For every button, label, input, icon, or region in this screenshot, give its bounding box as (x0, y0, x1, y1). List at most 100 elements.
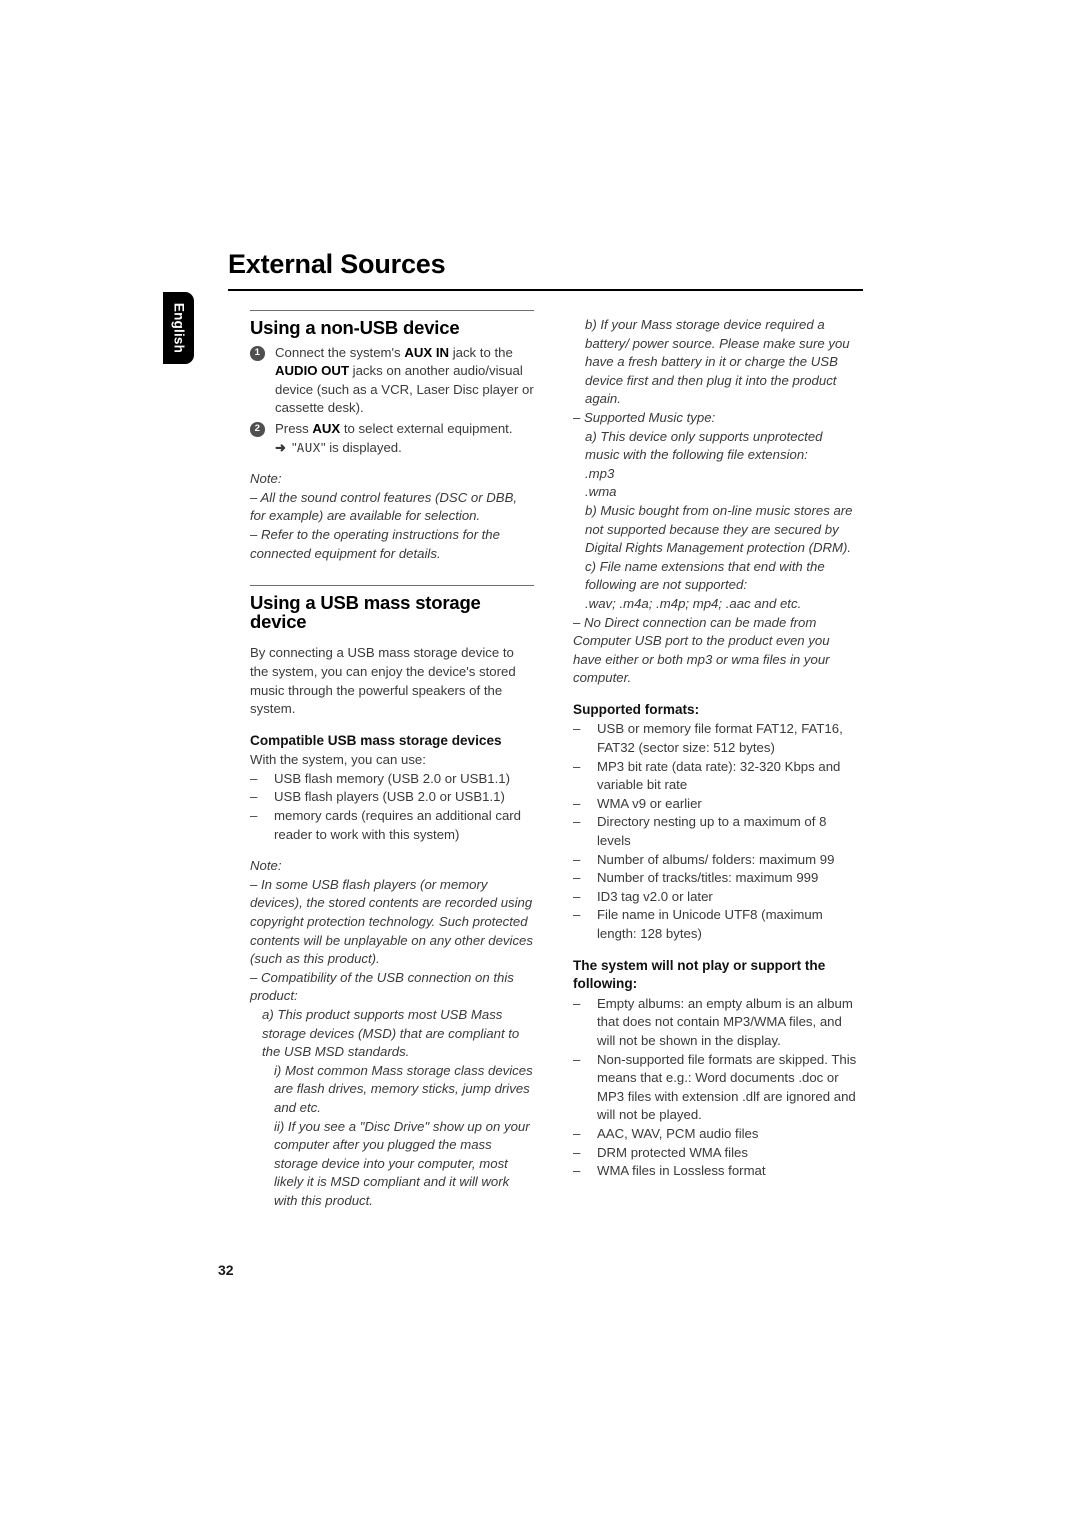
step-item: 2 Press AUX to select external equipment… (250, 420, 534, 457)
note-item: – Refer to the operating instructions fo… (250, 526, 500, 561)
list-item-label: Number of albums/ folders: maximum 99 (597, 851, 835, 867)
continuation-item-extensions: .wav; .m4a; .m4p; mp4; .aac and etc. (585, 595, 802, 611)
list-item: – USB flash players (USB 2.0 or USB1.1) (250, 788, 534, 807)
note-item: – In some USB flash players (or memory d… (250, 876, 533, 967)
continuation-item-wma: .wma (585, 484, 617, 500)
list-item-label: AAC, WAV, PCM audio files (597, 1125, 759, 1141)
continuation-item: – No Direct connection can be made from … (573, 614, 830, 686)
continuation-item-mp3: .mp3 (585, 465, 615, 481)
display-text-aux: AUX (296, 439, 321, 455)
list-item: – MP3 bit rate (data rate): 32-320 Kbps a… (573, 758, 857, 795)
continuation-item: b) Music bought from on-line music store… (585, 502, 853, 556)
dash-bullet-icon: – (250, 789, 258, 805)
left-column: Using a non-USB device 1 Connect the sys… (250, 310, 534, 1211)
list-item: – File name in Unicode UTF8 (maximum leng… (573, 906, 857, 943)
supported-formats-list: – USB or memory file format FAT12, FAT16,… (573, 720, 857, 943)
continuation-item: b) If your Mass storage device required … (585, 317, 850, 407)
document-page: English External Sources Using a non-USB… (0, 0, 1080, 1528)
step-text-audio-out: AUDIO OUT (275, 363, 349, 379)
dash-bullet-icon: – (573, 888, 581, 904)
list-item-label: Number of tracks/titles: maximum 999 (597, 870, 819, 886)
heading-using-non-usb-device: Using a non-USB device (250, 317, 460, 338)
list-item: – USB or memory file format FAT12, FAT16,… (573, 720, 857, 757)
dash-bullet-icon: – (573, 870, 581, 886)
list-item-label: memory cards (requires an additional car… (274, 808, 522, 842)
step-result-line: ➜ "AUX" is displayed. (275, 439, 534, 458)
dash-bullet-icon: – (573, 795, 581, 811)
step-number: 1 (250, 346, 265, 361)
list-item: – Non-supported file formats are skipped.… (573, 1051, 857, 1125)
dash-bullet-icon: – (573, 721, 581, 737)
list-item: – Number of albums/ folders: maximum 99 (573, 851, 857, 870)
continuation-item: c) File name extensions that end with th… (585, 558, 825, 593)
subheading-supported-formats: Supported formats: (573, 701, 700, 717)
section-divider-non-usb (250, 310, 534, 311)
list-item: – DRM protected WMA files (573, 1144, 857, 1163)
list-item: – Directory nesting up to a maximum of 8 … (573, 813, 857, 850)
list-item-label: USB or memory file format FAT12, FAT16, … (597, 721, 843, 756)
subheading-compatible-devices: Compatible USB mass storage devices (250, 732, 502, 748)
list-item: – WMA files in Lossless format (573, 1162, 857, 1181)
list-item: – Number of tracks/titles: maximum 999 (573, 869, 857, 888)
dash-bullet-icon: – (573, 814, 581, 830)
note-item: – Compatibility of the USB connection on… (250, 969, 514, 1004)
list-item: – memory cards (requires an additional ca… (250, 807, 534, 844)
dash-bullet-icon: – (573, 907, 581, 923)
non-usb-steps: 1 Connect the system's AUX IN jack to th… (250, 344, 534, 458)
language-tab: English (163, 292, 194, 364)
quote-close-text: " is displayed. (320, 439, 402, 455)
list-item-label: WMA v9 or earlier (597, 795, 702, 811)
list-item-label: File name in Unicode UTF8 (maximum lengt… (597, 907, 823, 941)
continuation-item: a) This device only supports unprotected… (585, 428, 823, 463)
list-item: – USB flash memory (USB 2.0 or USB1.1) (250, 770, 534, 789)
dash-bullet-icon: – (250, 770, 258, 786)
step-text-part: Press (275, 420, 313, 436)
step-text: Press AUX to select external equipment. (275, 421, 513, 436)
compatible-device-list: – USB flash memory (USB 2.0 or USB1.1) – U… (250, 770, 534, 844)
note-item: – All the sound control features (DSC or… (250, 489, 518, 524)
list-item-label: Empty albums: an empty album is an album… (597, 995, 853, 1048)
heading-using-usb-mass-storage: Using a USB mass storage device (250, 592, 481, 632)
page-number: 32 (218, 1262, 234, 1278)
list-item-label: USB flash players (USB 2.0 or USB1.1) (274, 789, 505, 805)
section-divider-usb-mass-storage (250, 585, 534, 587)
dash-bullet-icon: – (573, 995, 581, 1011)
dash-bullet-icon: – (250, 808, 258, 824)
list-item-label: DRM protected WMA files (597, 1144, 748, 1160)
usb-intro-text: By connecting a USB mass storage device … (250, 645, 516, 717)
dash-bullet-icon: – (573, 1051, 581, 1067)
step-text-aux-in: AUX IN (404, 344, 450, 360)
list-item: – ID3 tag v2.0 or later (573, 888, 857, 907)
dash-bullet-icon: – (573, 1163, 581, 1179)
step-text-aux: AUX (312, 420, 341, 436)
dash-bullet-icon: – (573, 1125, 581, 1141)
note-subitem: a) This product supports most USB Mass s… (262, 1007, 520, 1060)
step-item: 1 Connect the system's AUX IN jack to th… (250, 344, 534, 418)
subheading-not-supported: The system will not play or support the … (573, 957, 826, 992)
step-text-part: to select external equipment. (340, 420, 513, 436)
dash-bullet-icon: – (573, 1144, 581, 1160)
note-label-1: Note: (250, 471, 282, 487)
not-supported-list: – Empty albums: an empty album is an albu… (573, 995, 857, 1181)
arrow-right-icon: ➜ (275, 439, 287, 455)
note-label-2: Note: (250, 858, 282, 874)
dash-bullet-icon: – (573, 758, 581, 774)
list-item-label: Non-supported file formats are skipped. … (597, 1051, 857, 1123)
language-tab-label: English (171, 302, 186, 354)
note-subitem: ii) If you see a "Disc Drive" show up on… (274, 1118, 530, 1208)
right-column: b) If your Mass storage device required … (573, 316, 857, 1181)
compatible-intro-text: With the system, you can use: (250, 752, 426, 768)
page-title: External Sources (228, 249, 446, 279)
list-item-label: ID3 tag v2.0 or later (597, 888, 713, 904)
title-divider (228, 289, 863, 291)
list-item: – WMA v9 or earlier (573, 795, 857, 814)
continuation-item: – Supported Music type: (573, 409, 716, 425)
dash-bullet-icon: – (573, 851, 581, 867)
list-item: – AAC, WAV, PCM audio files (573, 1125, 857, 1144)
step-text-part: jack to the (449, 344, 513, 360)
list-item-label: Directory nesting up to a maximum of 8 l… (597, 814, 827, 849)
list-item: – Empty albums: an empty album is an albu… (573, 995, 857, 1051)
list-item-label: USB flash memory (USB 2.0 or USB1.1) (274, 770, 510, 786)
step-number: 2 (250, 422, 265, 437)
step-text: Connect the system's AUX IN jack to the … (275, 345, 534, 416)
